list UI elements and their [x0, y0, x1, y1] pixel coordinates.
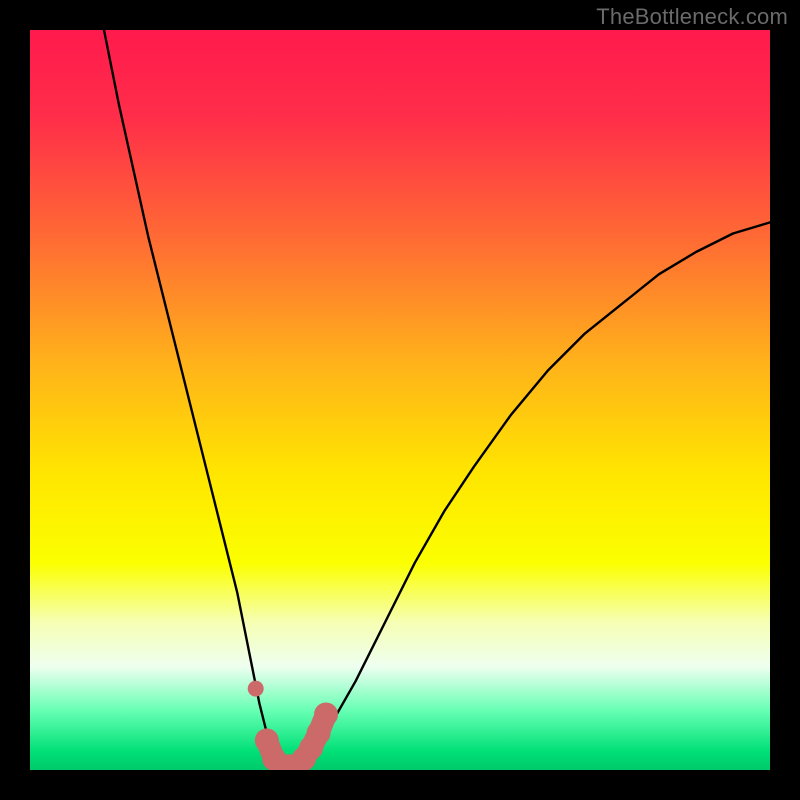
gradient-background	[30, 30, 770, 770]
plot-svg	[30, 30, 770, 770]
optimal-marker	[314, 703, 338, 727]
chart-frame: TheBottleneck.com	[0, 0, 800, 800]
optimal-marker	[248, 681, 264, 697]
watermark-text: TheBottleneck.com	[596, 4, 788, 30]
bottleneck-plot	[30, 30, 770, 770]
